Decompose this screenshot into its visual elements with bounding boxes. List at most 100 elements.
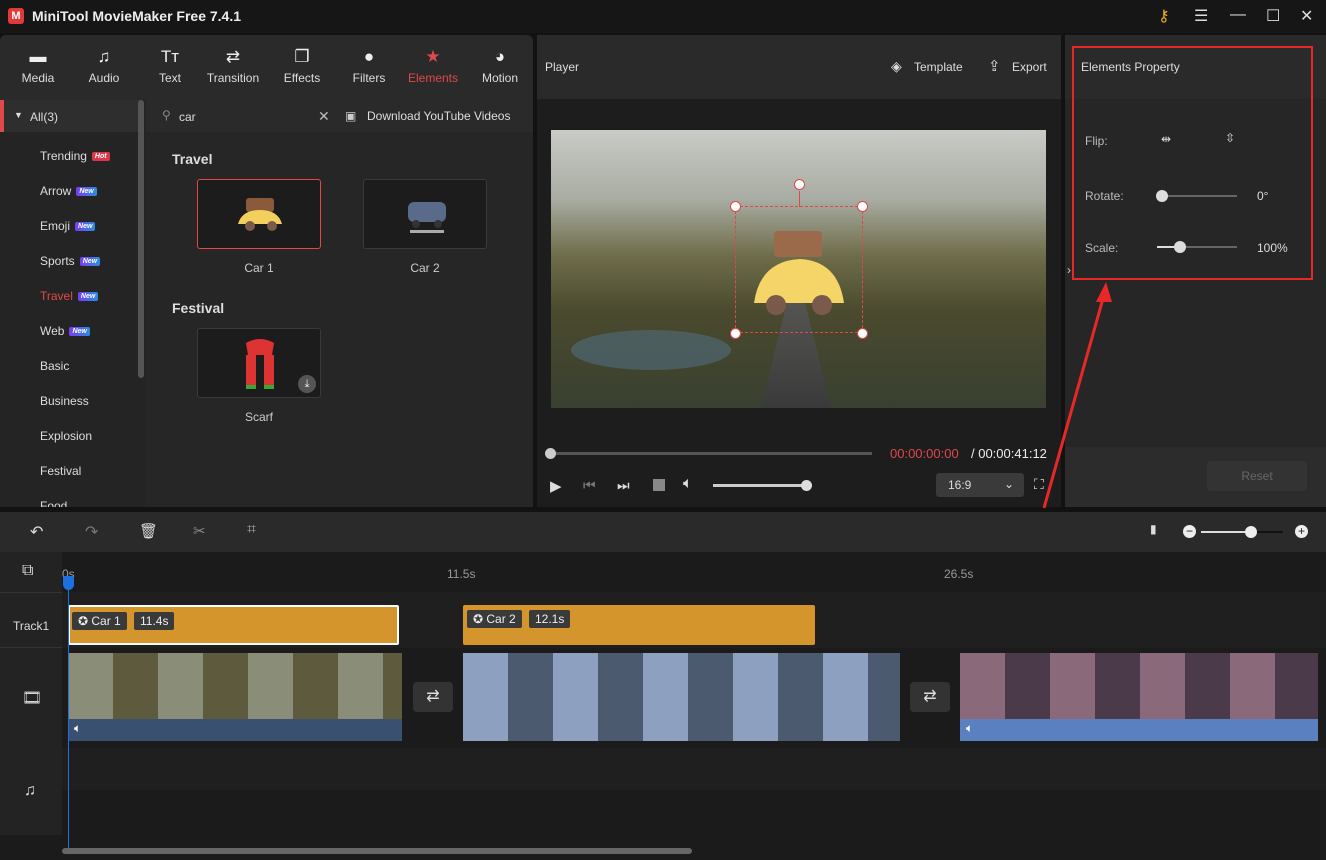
minimize-icon[interactable]: — bbox=[1230, 6, 1246, 24]
transition-slot[interactable]: ⇄ bbox=[413, 682, 453, 712]
resize-handle[interactable] bbox=[857, 201, 868, 212]
collapse-arrow-icon[interactable]: › bbox=[1067, 263, 1071, 277]
new-badge: New bbox=[69, 327, 90, 336]
delete-icon[interactable]: 🗑︎ bbox=[139, 522, 158, 540]
volume-slider[interactable] bbox=[713, 484, 805, 487]
category-travel[interactable]: Travel New bbox=[40, 289, 99, 303]
playhead[interactable] bbox=[68, 578, 69, 848]
volume-icon[interactable]: 🔈︎ bbox=[683, 475, 693, 493]
chevron-down-icon: ⌄ bbox=[1004, 477, 1015, 491]
menu-icon[interactable]: ☰ bbox=[1194, 6, 1208, 26]
tab-text[interactable]: Tт Text bbox=[137, 35, 203, 100]
category-festival[interactable]: Festival bbox=[40, 464, 81, 478]
element-car-2[interactable] bbox=[363, 179, 487, 249]
category-sidebar: ▼ All(3) Trending Hot Arrow New Emoji New S… bbox=[0, 100, 146, 507]
undo-icon[interactable]: ↶ bbox=[30, 522, 43, 542]
element-caption: Car 1 bbox=[244, 261, 274, 275]
transition-slot[interactable]: ⇄ bbox=[910, 682, 950, 712]
group-title: Festival bbox=[172, 300, 225, 316]
seek-handle[interactable] bbox=[545, 448, 556, 459]
redo-icon[interactable]: ↷ bbox=[85, 522, 98, 542]
export-button[interactable]: Export bbox=[1012, 60, 1047, 74]
tab-audio[interactable]: ♫ Audio bbox=[71, 35, 137, 100]
app-title: MiniTool MovieMaker Free 7.4.1 bbox=[32, 8, 242, 24]
resize-handle[interactable] bbox=[857, 328, 868, 339]
rotate-handle[interactable] bbox=[794, 179, 805, 190]
element-caption: Car 2 bbox=[410, 261, 440, 275]
category-all[interactable]: ▼ All(3) bbox=[0, 100, 140, 132]
clip-name: ✪ Car 2 bbox=[467, 610, 522, 628]
volume-icon[interactable]: 🔈︎ bbox=[966, 721, 973, 736]
close-icon[interactable]: ✕ bbox=[1300, 6, 1313, 26]
video-preview[interactable] bbox=[551, 130, 1046, 408]
car-element-icon bbox=[754, 231, 844, 315]
player-panel: Player ◈ Template ⇪ Export 00:00:00:00 /… bbox=[537, 35, 1061, 507]
timeline-scrollbar[interactable] bbox=[62, 848, 692, 854]
reset-button[interactable]: Reset bbox=[1207, 461, 1307, 491]
track1-label: Track1 bbox=[13, 619, 50, 633]
tab-motion[interactable]: ◕ Motion bbox=[467, 35, 533, 100]
key-icon[interactable]: ⚷ bbox=[1158, 6, 1170, 26]
sidebar-scrollbar[interactable] bbox=[138, 100, 144, 378]
lake-image bbox=[571, 330, 731, 370]
category-business[interactable]: Business bbox=[40, 394, 89, 408]
video-track-icon: 🎞︎ bbox=[22, 690, 43, 707]
category-food[interactable]: Food bbox=[40, 499, 67, 507]
category-arrow[interactable]: Arrow New bbox=[40, 184, 97, 198]
zoom-out-icon[interactable]: − bbox=[1183, 525, 1196, 538]
timeline-zoom-slider[interactable] bbox=[1201, 531, 1283, 533]
category-emoji[interactable]: Emoji New bbox=[40, 219, 96, 233]
split-icon[interactable]: ✂ bbox=[193, 522, 206, 540]
search-input[interactable]: car bbox=[179, 110, 196, 124]
video-clip-2[interactable] bbox=[463, 653, 900, 741]
template-button[interactable]: Template bbox=[914, 60, 963, 74]
seek-bar[interactable] bbox=[550, 452, 872, 455]
category-basic[interactable]: Basic bbox=[40, 359, 69, 373]
category-sports[interactable]: Sports New bbox=[40, 254, 101, 268]
element-scarf[interactable]: ⤓ bbox=[197, 328, 321, 398]
fit-timeline-icon[interactable]: ▮ bbox=[1150, 522, 1157, 536]
category-explosion[interactable]: Explosion bbox=[40, 429, 92, 443]
download-youtube-link[interactable]: Download YouTube Videos bbox=[367, 109, 510, 123]
clip-car-2[interactable]: ✪ Car 2 12.1s bbox=[463, 605, 815, 645]
download-icon[interactable]: ⤓ bbox=[298, 375, 316, 393]
next-frame-icon[interactable]: ⏭ bbox=[617, 477, 630, 494]
resize-handle[interactable] bbox=[730, 328, 741, 339]
element-selection-box[interactable] bbox=[730, 179, 868, 339]
volume-icon[interactable]: 🔈︎ bbox=[74, 721, 81, 736]
tab-transition[interactable]: ⇄ Transition bbox=[200, 35, 266, 100]
zoom-in-icon[interactable]: + bbox=[1295, 525, 1308, 538]
car-element-icon bbox=[238, 198, 282, 231]
clip-car-1[interactable]: ✪ Car 1 11.4s bbox=[68, 605, 399, 645]
aspect-ratio-select[interactable]: 16:9 ⌄ bbox=[936, 473, 1024, 497]
tab-filters[interactable]: ● Filters bbox=[336, 35, 402, 100]
tab-media[interactable]: ▬ Media bbox=[5, 35, 71, 100]
highlight-box bbox=[1072, 46, 1313, 280]
car-element-icon bbox=[408, 202, 446, 233]
add-track-icon[interactable]: ⧉ bbox=[22, 562, 33, 580]
resize-handle[interactable] bbox=[730, 201, 741, 212]
search-icon: ⚲ bbox=[162, 108, 171, 122]
play-icon[interactable]: ▶ bbox=[550, 477, 562, 495]
tab-effects[interactable]: ❐ Effects bbox=[269, 35, 335, 100]
category-trending[interactable]: Trending Hot bbox=[40, 149, 110, 163]
video-clip-3[interactable]: 🔈︎ bbox=[960, 653, 1318, 741]
audio-waveform bbox=[960, 719, 1318, 741]
playhead-handle[interactable] bbox=[63, 576, 74, 590]
timeline-zoom-handle[interactable] bbox=[1245, 526, 1257, 538]
app-logo-icon: M bbox=[8, 8, 24, 24]
volume-handle[interactable] bbox=[801, 480, 812, 491]
element-car-1[interactable] bbox=[197, 179, 321, 249]
tab-elements[interactable]: ★ Elements bbox=[400, 35, 466, 100]
category-web[interactable]: Web New bbox=[40, 324, 90, 338]
crop-icon[interactable]: ⌗ bbox=[247, 521, 256, 539]
motion-icon: ◕ bbox=[494, 47, 506, 66]
clear-search-icon[interactable]: ✕ bbox=[318, 108, 330, 125]
video-clip-1[interactable]: 🔈︎ bbox=[68, 653, 402, 741]
stop-icon[interactable] bbox=[653, 479, 665, 491]
effects-icon: ❐ bbox=[294, 47, 310, 66]
youtube-download-icon: ▣ bbox=[345, 109, 357, 123]
previous-frame-icon[interactable]: ⏮ bbox=[583, 477, 596, 494]
timeline-toolbar: ↶ ↷ 🗑︎ ✂ ⌗ ▮ − + bbox=[0, 512, 1326, 552]
maximize-icon[interactable]: ☐ bbox=[1266, 6, 1280, 26]
